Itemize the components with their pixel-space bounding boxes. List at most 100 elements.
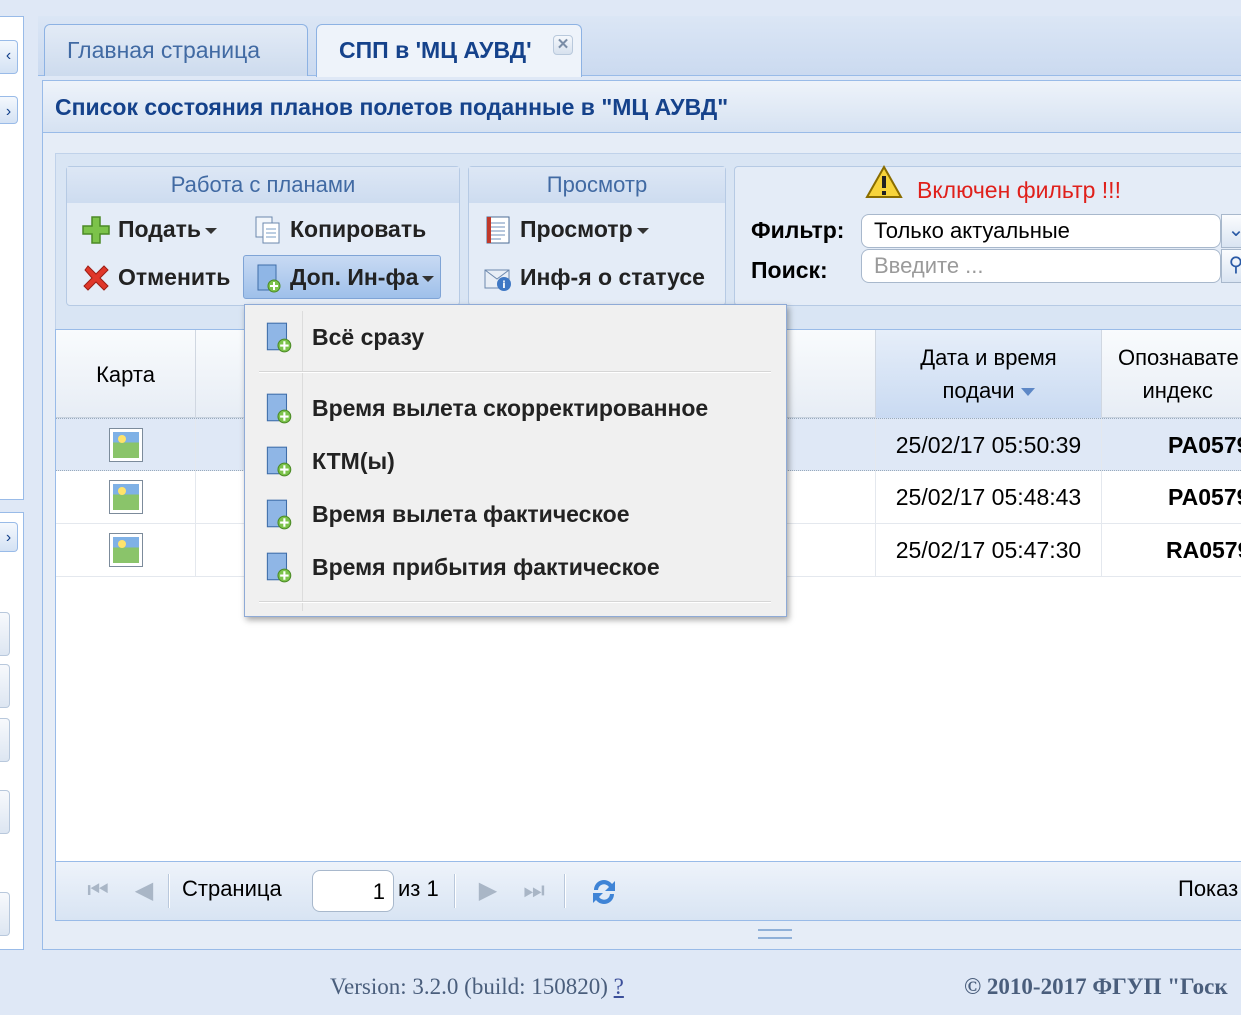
last-page-icon[interactable]: ⏭ bbox=[520, 878, 548, 906]
doc-add-icon bbox=[266, 322, 292, 353]
extra-info-button[interactable]: Доп. Ин-фа bbox=[243, 255, 442, 299]
view-button[interactable]: Просмотр bbox=[473, 207, 656, 251]
doc-add-icon bbox=[257, 264, 281, 293]
menu-item-label: Время вылета фактическое bbox=[312, 501, 630, 527]
filter-dropdown-trigger[interactable]: ⌄ bbox=[1221, 214, 1241, 248]
arrow-icon: › bbox=[5, 103, 12, 120]
map-icon[interactable] bbox=[108, 533, 143, 567]
menu-item-ktm[interactable]: КТМ(ы) bbox=[251, 437, 781, 485]
side-handle[interactable] bbox=[0, 718, 10, 762]
chevron-down-icon bbox=[205, 227, 218, 234]
resize-handle[interactable] bbox=[758, 929, 792, 939]
page-label: Страница bbox=[182, 876, 282, 901]
paging-toolbar: ⏮ ◀ Страница 1 из 1 ▶ ⏭ Показ bbox=[55, 861, 1241, 921]
separator bbox=[454, 874, 456, 908]
arrow-icon: › bbox=[5, 529, 12, 546]
doc-add-icon bbox=[266, 446, 292, 477]
copy-label: Копировать bbox=[290, 216, 427, 242]
menu-item-label: Всё сразу bbox=[312, 324, 425, 350]
group-title: Работа с планами bbox=[67, 167, 459, 203]
expand-button-top[interactable]: › bbox=[0, 96, 18, 124]
sort-desc-icon bbox=[1020, 388, 1035, 397]
toolbar-group-view: Просмотр Просмотр i Инф-я о статусе bbox=[468, 166, 726, 306]
separator bbox=[168, 874, 170, 908]
map-icon[interactable] bbox=[108, 428, 143, 462]
next-page-icon[interactable]: ▶ bbox=[474, 878, 502, 906]
view-label: Просмотр bbox=[520, 216, 633, 242]
column-header-submitted[interactable]: Дата и время подачи bbox=[876, 330, 1102, 418]
column-label: Дата и время подачи bbox=[920, 345, 1057, 403]
menu-separator bbox=[259, 601, 771, 603]
column-label: Опознавате индекс bbox=[1118, 345, 1239, 403]
map-cell bbox=[56, 471, 196, 523]
menu-separator bbox=[259, 371, 771, 373]
map-cell bbox=[56, 524, 196, 576]
menu-item-label: КТМ(ы) bbox=[312, 448, 395, 474]
menu-item-all[interactable]: Всё сразу bbox=[251, 313, 781, 361]
first-page-icon[interactable]: ⏮ bbox=[84, 878, 112, 906]
chevron-down-icon bbox=[422, 275, 435, 282]
column-header-ident[interactable]: Опознавате индекс bbox=[1102, 330, 1241, 418]
tab-home[interactable]: Главная страница bbox=[44, 24, 308, 76]
app-root: ‹ › › Главная страница СПП в 'МЦ АУВД' ✕… bbox=[0, 0, 1241, 1015]
side-handle[interactable] bbox=[0, 612, 10, 656]
ident-cell: PA0579 bbox=[1102, 471, 1241, 523]
page-number-input[interactable]: 1 bbox=[312, 870, 394, 912]
extra-info-label: Доп. Ин-фа bbox=[290, 264, 419, 290]
copy-button[interactable]: Копировать bbox=[243, 207, 433, 251]
ident-cell: RA0579 bbox=[1102, 524, 1241, 576]
side-handle[interactable] bbox=[0, 892, 10, 936]
page-count: из 1 bbox=[398, 876, 439, 901]
filter-enabled-message: Включен фильтр !!! bbox=[917, 177, 1121, 203]
submitted-cell: 25/02/17 05:48:43 bbox=[876, 471, 1102, 523]
expand-button-lower[interactable]: › bbox=[0, 522, 18, 552]
warning-icon bbox=[865, 165, 903, 198]
refresh-icon[interactable] bbox=[586, 874, 622, 910]
search-trigger[interactable]: ⚲ bbox=[1221, 249, 1241, 283]
submitted-cell: 25/02/17 05:47:30 bbox=[876, 524, 1102, 576]
map-cell bbox=[56, 419, 196, 471]
side-handle[interactable] bbox=[0, 664, 10, 708]
help-link[interactable]: ? bbox=[614, 974, 624, 999]
chevron-down-icon: ⌄ bbox=[1228, 219, 1241, 241]
menu-item-arrival-actual[interactable]: Время прибытия фактическое bbox=[251, 543, 781, 591]
filter-label: Фильтр: bbox=[751, 217, 845, 243]
toolbar-group-plans: Работа с планами Подать Копировать Отмен… bbox=[66, 166, 460, 306]
status-info-icon: i bbox=[484, 269, 511, 291]
tab-spp[interactable]: СПП в 'МЦ АУВД' ✕ bbox=[316, 24, 582, 77]
separator bbox=[564, 874, 566, 908]
group-title: Просмотр bbox=[469, 167, 725, 203]
tab-label: СПП в 'МЦ АУВД' bbox=[339, 37, 532, 63]
doc-add-icon bbox=[266, 552, 292, 583]
display-info: Показ bbox=[1178, 876, 1239, 901]
search-input[interactable]: Введите ... bbox=[861, 249, 1221, 283]
tab-bar: Главная страница СПП в 'МЦ АУВД' ✕ bbox=[38, 16, 1241, 77]
chevron-left-icon: ‹ bbox=[5, 47, 12, 64]
map-icon[interactable] bbox=[108, 480, 143, 514]
copyright: © 2010-2017 ФГУП "Госк bbox=[964, 974, 1228, 999]
svg-text:i: i bbox=[502, 280, 505, 291]
submit-button[interactable]: Подать bbox=[71, 207, 224, 251]
extra-info-menu: Всё сразу Время вылета скорректированное… bbox=[244, 304, 787, 617]
cancel-label: Отменить bbox=[118, 264, 231, 290]
west-panel-collapsed bbox=[0, 16, 24, 500]
filter-combo[interactable]: Только актуальные bbox=[861, 214, 1221, 248]
menu-item-label: Время вылета скорректированное bbox=[312, 395, 709, 421]
doc-add-icon bbox=[266, 499, 292, 530]
column-header-map[interactable]: Карта bbox=[56, 330, 196, 418]
status-info-button[interactable]: i Инф-я о статусе bbox=[473, 255, 712, 299]
ident-cell: PA0579 bbox=[1102, 419, 1241, 471]
plus-icon bbox=[82, 216, 110, 244]
status-info-label: Инф-я о статусе bbox=[520, 264, 705, 290]
prev-page-icon[interactable]: ◀ bbox=[130, 878, 158, 906]
menu-item-departure-corrected[interactable]: Время вылета скорректированное bbox=[251, 384, 781, 432]
collapse-left-button[interactable]: ‹ bbox=[0, 40, 18, 74]
chevron-down-icon bbox=[636, 227, 649, 234]
menu-item-departure-actual[interactable]: Время вылета фактическое bbox=[251, 490, 781, 538]
tab-label: Главная страница bbox=[67, 37, 261, 63]
side-handle[interactable] bbox=[0, 790, 10, 834]
left-edge-strip: ‹ › › bbox=[0, 0, 24, 950]
cancel-button[interactable]: Отменить bbox=[71, 255, 237, 299]
menu-item-label: Время прибытия фактическое bbox=[312, 554, 660, 580]
close-icon[interactable]: ✕ bbox=[553, 35, 573, 55]
